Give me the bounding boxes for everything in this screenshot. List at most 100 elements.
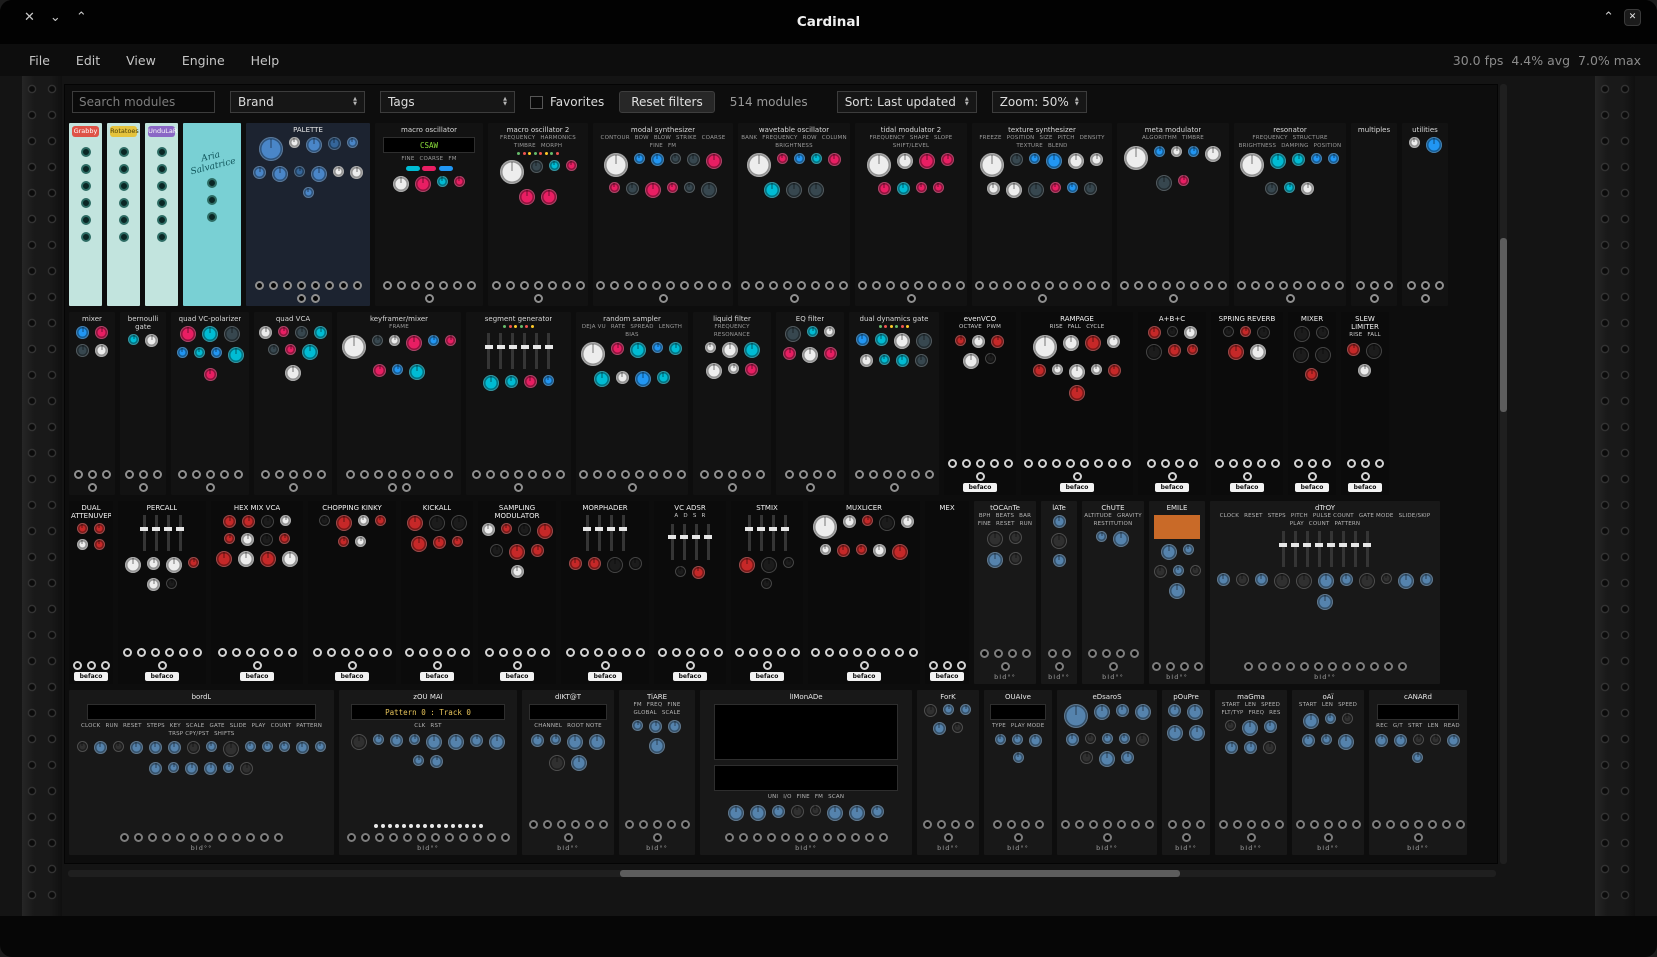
- tags-select[interactable]: Tags ▲ ▼: [380, 91, 515, 113]
- menu-item-help[interactable]: Help: [238, 48, 293, 73]
- knob-decoration: [390, 734, 403, 747]
- sort-select[interactable]: Sort: Last updated ▲ ▼: [837, 91, 977, 113]
- module-tile[interactable]: wavetable oscillatorBANKFREQUENCYROWCOLU…: [738, 123, 850, 306]
- module-tile[interactable]: zOÙ MAÏPattern 0 : Track 0CLKRSTbId°°: [339, 690, 517, 855]
- module-tile[interactable]: HEX MIX VCAbefaco: [211, 501, 303, 684]
- favorites-checkbox[interactable]: [530, 96, 543, 109]
- module-tile[interactable]: pOuPrebId°°: [1162, 690, 1210, 855]
- module-tile[interactable]: RAMPAGERISEFALLCYCLEbefaco: [1021, 312, 1133, 495]
- module-tile[interactable]: multiples: [1351, 123, 1397, 306]
- module-tile[interactable]: MORPHADERbefaco: [561, 501, 649, 684]
- module-tile[interactable]: utilities: [1402, 123, 1448, 306]
- module-tile[interactable]: KICKALLbefaco: [401, 501, 473, 684]
- module-tile[interactable]: EQ filter: [776, 312, 844, 495]
- module-tile[interactable]: SAMPLING MODULATORbefaco: [478, 501, 556, 684]
- vertical-scrollbar-thumb[interactable]: [1500, 238, 1507, 412]
- module-tile[interactable]: mixer: [69, 312, 115, 495]
- module-tile[interactable]: dual dynamics gate: [849, 312, 939, 495]
- menu-item-view[interactable]: View: [113, 48, 169, 73]
- module-label: GRAVITY: [1117, 513, 1142, 520]
- reset-filters-button[interactable]: Reset filters: [619, 91, 715, 113]
- port-decoration: [928, 281, 937, 290]
- module-tile[interactable]: Rotatoes: [107, 123, 140, 306]
- module-tile[interactable]: quad VCA: [254, 312, 332, 495]
- knob-decoration: [518, 523, 531, 536]
- module-tile[interactable]: SPRING REVERBbefaco: [1211, 312, 1283, 495]
- module-tile[interactable]: Grabby: [69, 123, 102, 306]
- port-decoration: [125, 470, 134, 479]
- module-tile[interactable]: SLEW LIMITERRISEFALLbefaco: [1341, 312, 1389, 495]
- module-tile[interactable]: oAïSTARTLENSPEEDbId°°: [1292, 690, 1364, 855]
- knob-decoration: [783, 557, 794, 568]
- module-tile[interactable]: MUXLICERbefaco: [808, 501, 920, 684]
- module-tile[interactable]: keyframer/mixerFRAME: [337, 312, 461, 495]
- module-tile[interactable]: A+B+Cbefaco: [1138, 312, 1206, 495]
- horizontal-scrollbar-thumb[interactable]: [620, 870, 1180, 877]
- module-tile[interactable]: Aria Salvatrice: [183, 123, 241, 306]
- module-tile[interactable]: maGmaSTARTLENSPEEDFLT/TYPFREQRESbId°°: [1215, 690, 1287, 855]
- module-tile[interactable]: tOCAnTeBPHBEATSBARFINERESETRUNbId°°: [974, 501, 1036, 684]
- chevron-up-icon[interactable]: ⌃: [76, 10, 87, 25]
- module-tile[interactable]: lATebId°°: [1041, 501, 1077, 684]
- module-tile[interactable]: ForKbId°°: [917, 690, 979, 855]
- module-tile[interactable]: PALETTE: [246, 123, 370, 306]
- module-tile[interactable]: lIMonADeUNII/OFINEFMSCANbId°°: [700, 690, 912, 855]
- pad-decoration: [402, 824, 406, 828]
- knob-decoration: [995, 734, 1006, 745]
- module-tile[interactable]: STMIXbefaco: [731, 501, 803, 684]
- module-tile[interactable]: macro oscillatorCSAWFINECOARSEFM: [375, 123, 483, 306]
- brand-select[interactable]: Brand ▲ ▼: [230, 91, 365, 113]
- module-tile[interactable]: texture synthesizerFREEZEPOSITIONSIZEPIT…: [972, 123, 1112, 306]
- knob-decoration: [785, 326, 801, 342]
- module-tile[interactable]: macro oscillator 2FREQUENCYHARMONICSTIMB…: [488, 123, 588, 306]
- port-decoration: [158, 661, 167, 670]
- module-tile[interactable]: quad VC-polarizer: [171, 312, 249, 495]
- module-tile[interactable]: PERCALLbefaco: [118, 501, 206, 684]
- module-tile[interactable]: TiAREFMFREQFINEGLOBALSCALEbId°°: [619, 690, 695, 855]
- module-tile[interactable]: segment generator: [466, 312, 571, 495]
- module-tile[interactable]: UnduLaR: [145, 123, 178, 306]
- module-tile[interactable]: evenVCOOCTAVEPWMbefaco: [944, 312, 1016, 495]
- collapse-icon[interactable]: ⌃: [1603, 10, 1614, 25]
- close-icon[interactable]: ✕: [24, 10, 35, 25]
- module-tile[interactable]: CHOPPING KINKYbefaco: [308, 501, 396, 684]
- module-tile[interactable]: bordLCLOCKRUNRESETSTEPSKEYSCALEGATESLIDE…: [69, 690, 334, 855]
- module-tile[interactable]: OUAIveTYPEPLAY MODEbId°°: [984, 690, 1052, 855]
- menu-item-file[interactable]: File: [16, 48, 63, 73]
- chevron-down-icon[interactable]: ⌄: [50, 10, 61, 25]
- module-tile[interactable]: bernoulli gate: [120, 312, 166, 495]
- zoom-select[interactable]: Zoom: 50% ▲ ▼: [992, 91, 1087, 113]
- port-decoration: [860, 661, 869, 670]
- module-tile[interactable]: dTrOYCLOCKRESETSTEPSPITCHPULSE COUNTGATE…: [1210, 501, 1440, 684]
- module-tile[interactable]: eDsaroSbId°°: [1057, 690, 1157, 855]
- knob-area: [344, 734, 511, 823]
- module-tile[interactable]: meta modulatorALGORITHMTIMBRE: [1117, 123, 1229, 306]
- module-tile[interactable]: random samplerDEJA VURATESPREADLENGTHBIA…: [576, 312, 688, 495]
- port-decoration: [297, 281, 306, 290]
- module-tile[interactable]: DUAL ATTENUVERTERbefaco: [69, 501, 113, 684]
- module-tile[interactable]: ChUTEALTITUDEGRAVITYRESTITUTIONbId°°: [1082, 501, 1144, 684]
- module-tile[interactable]: modal synthesizerCONTOURBOWBLOWSTRIKECOA…: [593, 123, 733, 306]
- port-decoration: [601, 661, 610, 670]
- menu-item-edit[interactable]: Edit: [63, 48, 113, 73]
- port-decoration: [119, 232, 129, 242]
- port-decoration: [232, 833, 241, 842]
- knob-decoration: [843, 515, 856, 528]
- port-decoration: [672, 648, 681, 657]
- port-decoration: [461, 648, 470, 657]
- module-tile[interactable]: MEXbefaco: [925, 501, 969, 684]
- module-tile[interactable]: MIXERbefaco: [1288, 312, 1336, 495]
- module-tile[interactable]: resonatorFREQUENCYSTRUCTUREBRIGHTNESSDAM…: [1234, 123, 1346, 306]
- search-input[interactable]: [72, 91, 215, 113]
- module-tile[interactable]: dIKT@TCHANNELROOT NOTEbId°°: [522, 690, 614, 855]
- module-tile[interactable]: liquid filterFREQUENCYRESONANCE: [693, 312, 771, 495]
- module-tile[interactable]: cANARdRECG/TSTRTLENREADbId°°: [1369, 690, 1467, 855]
- module-tile[interactable]: VC ADSRADSRbefaco: [654, 501, 726, 684]
- module-tile[interactable]: EMILEbId°°: [1149, 501, 1205, 684]
- menu-item-engine[interactable]: Engine: [169, 48, 238, 73]
- port-decoration: [976, 459, 985, 468]
- slider-group: [143, 515, 182, 551]
- module-tile[interactable]: tidal modulator 2FREQUENCYSHAPESLOPESHIF…: [855, 123, 967, 306]
- port-decoration: [976, 472, 985, 481]
- module-label: BEATS: [996, 513, 1014, 520]
